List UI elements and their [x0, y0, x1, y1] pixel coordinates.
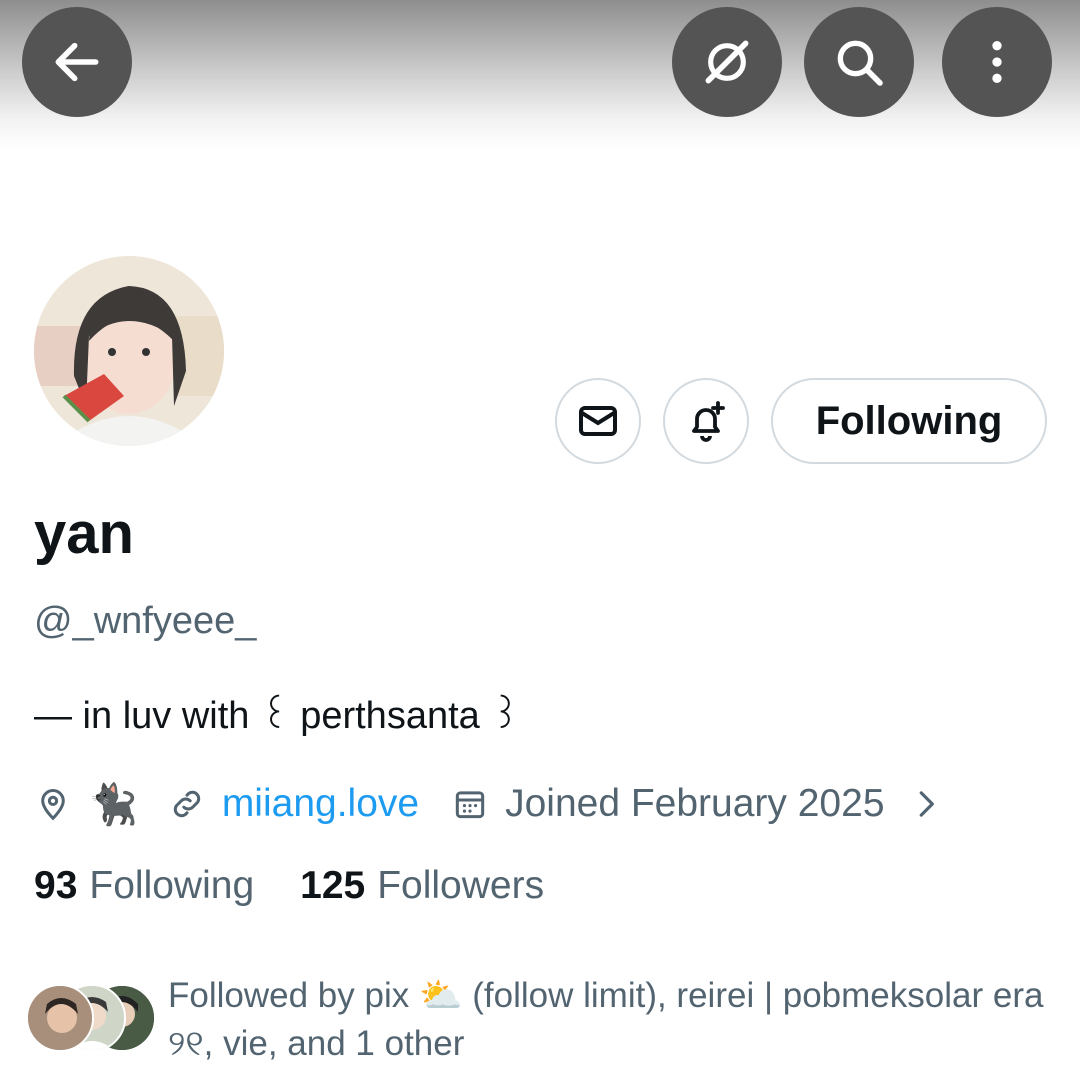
expand-details-button[interactable]: [907, 785, 945, 823]
location-text: 🐈‍⬛: [88, 782, 138, 827]
username: @_wnfyeee_: [34, 600, 257, 642]
grok-button[interactable]: [672, 7, 782, 117]
more-button[interactable]: [942, 7, 1052, 117]
more-vertical-icon: [992, 41, 1002, 83]
followed-by-text[interactable]: Followed by pix ⛅ (follow limit), reirei…: [168, 972, 1048, 1068]
display-name: yan: [34, 501, 134, 566]
back-button[interactable]: [22, 7, 132, 117]
message-button[interactable]: [555, 378, 641, 464]
followers-count: 125: [300, 864, 366, 907]
search-icon: [837, 40, 883, 86]
bell-plus-icon: [692, 401, 725, 442]
following-count: 93: [34, 864, 78, 907]
following-stat[interactable]: 93 Following: [34, 864, 254, 908]
grok-icon: [705, 40, 749, 84]
following-button[interactable]: Following: [771, 378, 1047, 464]
profile-meta: 🐈‍⬛ miiang.love Joined February 2025: [34, 776, 945, 832]
bio: — in luv with ꒰ perthsanta ꒱: [34, 695, 521, 737]
followers-label: Followers: [377, 864, 545, 907]
header-gradient: [0, 0, 1080, 150]
website-link[interactable]: miiang.love: [222, 782, 419, 826]
arrow-left-icon: [55, 42, 99, 82]
notify-button[interactable]: [663, 378, 749, 464]
calendar-icon: [455, 791, 485, 819]
profile-avatar[interactable]: [34, 256, 224, 446]
following-label: Following: [89, 864, 255, 907]
location-pin-icon: [41, 789, 65, 821]
search-button[interactable]: [804, 7, 914, 117]
link-icon: [173, 790, 201, 818]
followed-by-avatars[interactable]: [26, 984, 156, 1052]
joined-item: Joined February 2025: [451, 782, 885, 826]
follower-avatar: [26, 984, 94, 1052]
chevron-right-icon: [919, 791, 934, 817]
followers-stat[interactable]: 125 Followers: [300, 864, 544, 908]
mail-icon: [579, 406, 617, 436]
website-item[interactable]: miiang.love: [168, 782, 451, 826]
follow-stats: 93 Following 125 Followers: [34, 864, 590, 908]
joined-date: Joined February 2025: [505, 782, 885, 825]
location-item: 🐈‍⬛: [34, 781, 168, 828]
